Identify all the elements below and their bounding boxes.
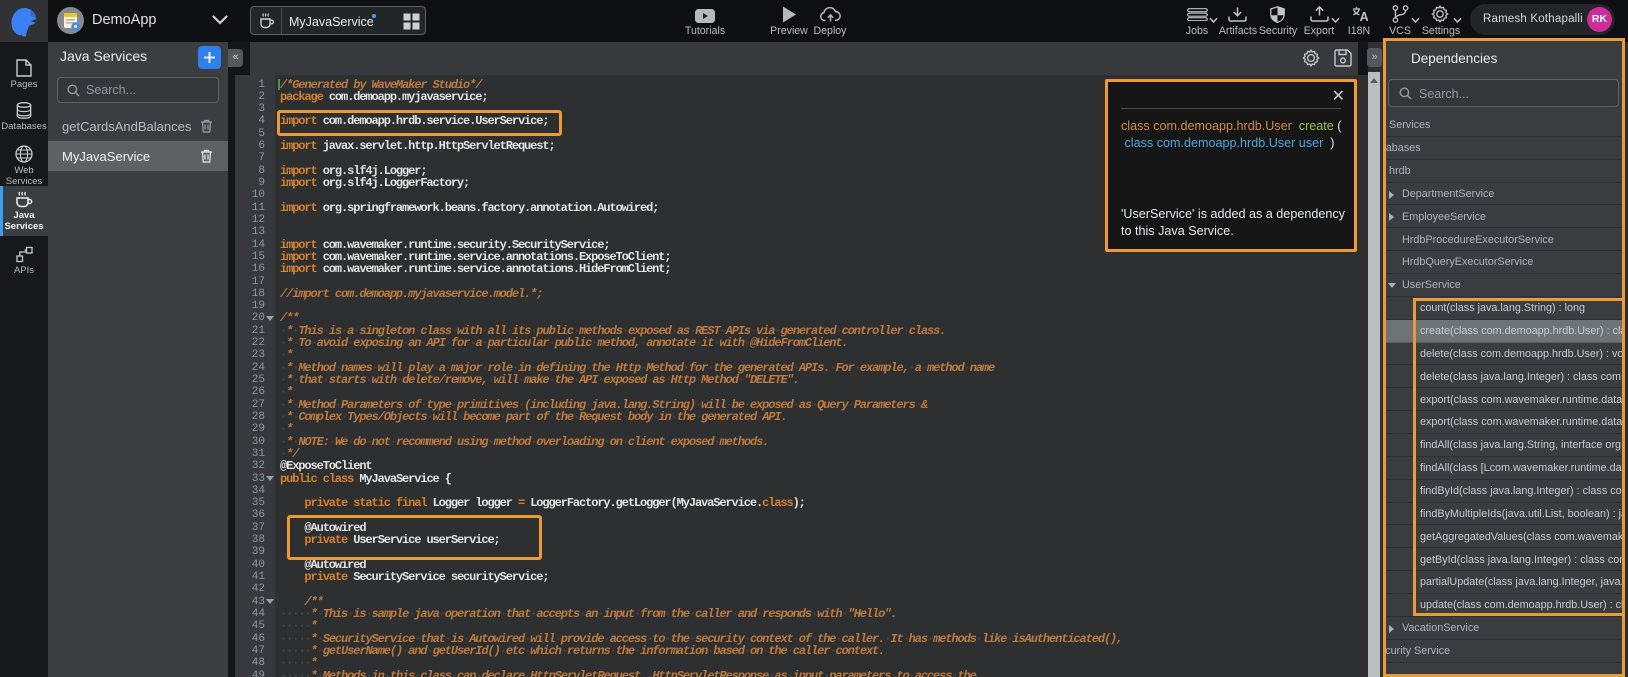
svg-text:A: A bbox=[1360, 10, 1368, 22]
